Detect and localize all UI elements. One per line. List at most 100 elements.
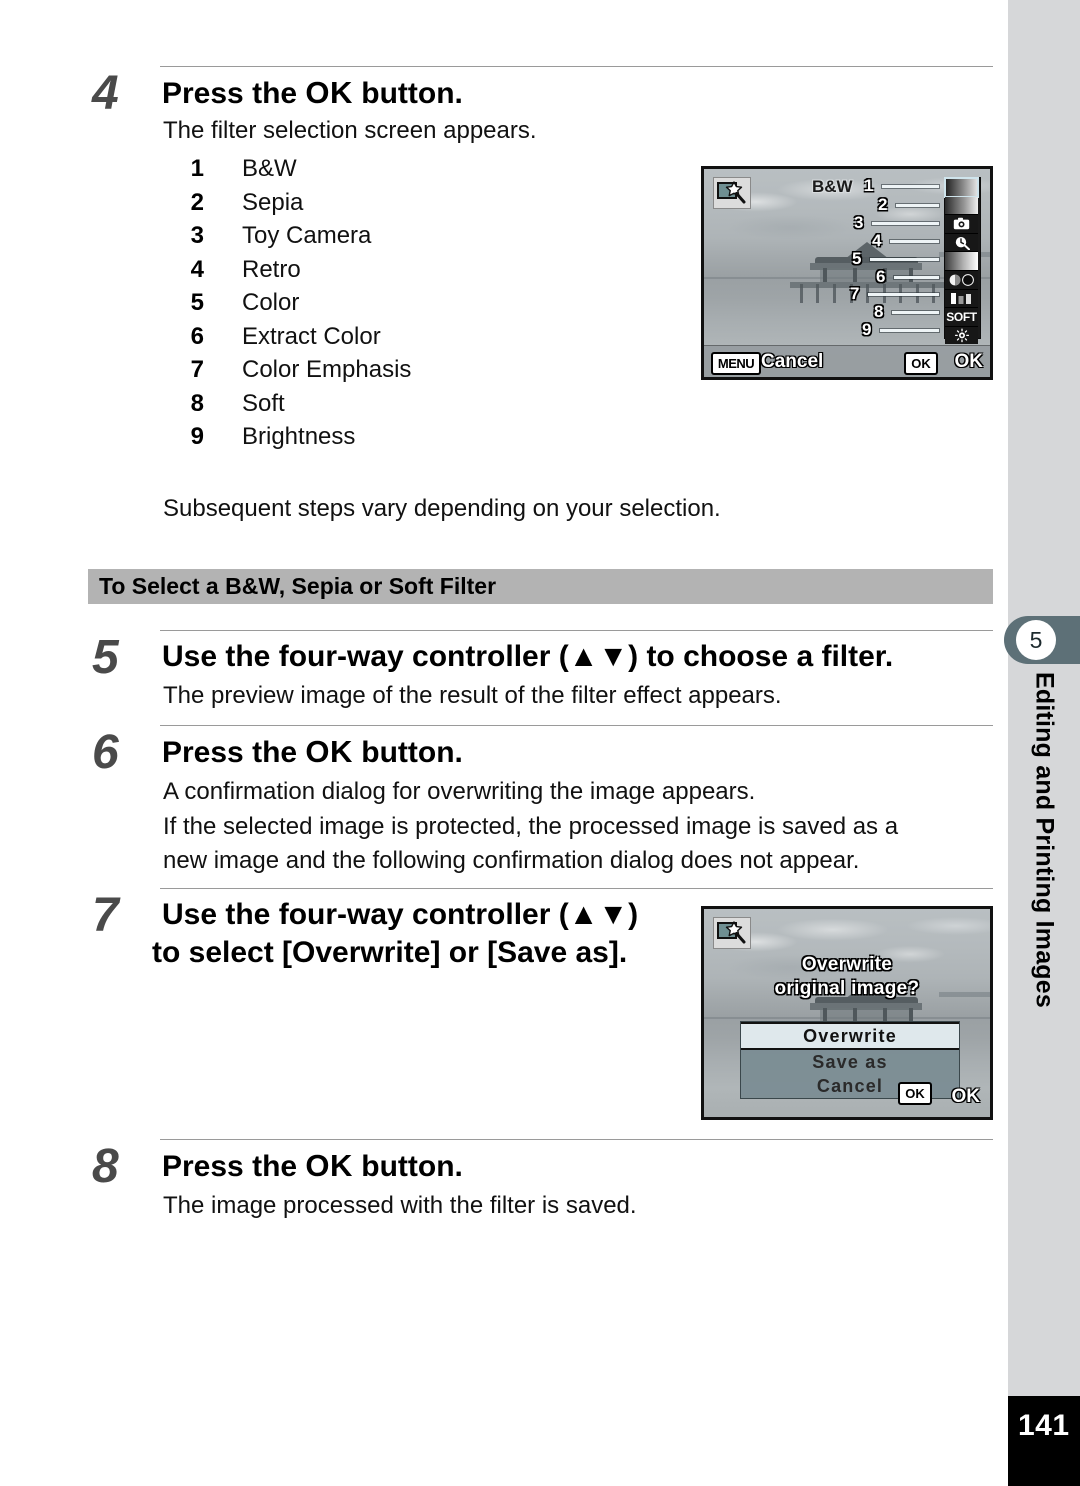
callout-leader bbox=[890, 240, 939, 243]
callout-leader bbox=[872, 222, 939, 225]
filter-icon-column[interactable]: SOFT bbox=[944, 177, 981, 345]
pavilion-column bbox=[822, 268, 827, 283]
callout-number: 8 bbox=[874, 302, 884, 321]
list-item: 4 Retro bbox=[160, 256, 411, 290]
list-item-label: Color Emphasis bbox=[242, 356, 412, 383]
callout-number: 7 bbox=[850, 284, 860, 303]
ok-key-glyph[interactable]: OK bbox=[904, 352, 938, 375]
step-8-rule bbox=[160, 1139, 993, 1140]
step-7-heading-line-1: Use the four-way controller (▲▼) bbox=[162, 898, 639, 931]
step-5-rule bbox=[160, 630, 993, 631]
filter-icon-sepia[interactable] bbox=[945, 196, 978, 216]
callout-leader bbox=[882, 185, 939, 188]
list-item-label: Brightness bbox=[242, 423, 356, 450]
step-6-heading-pre: Press the bbox=[162, 736, 306, 769]
callout-number: 3 bbox=[854, 213, 864, 232]
ok-button-glyph: OK bbox=[305, 1148, 353, 1183]
list-item: 5 Color bbox=[160, 289, 411, 323]
callout-number: 9 bbox=[862, 320, 872, 339]
step-5-body: The preview image of the result of the f… bbox=[163, 682, 782, 709]
callout-number: 4 bbox=[872, 231, 882, 250]
list-item-number: 7 bbox=[190, 356, 204, 383]
step-8-heading: Press the OK button. bbox=[162, 1147, 463, 1186]
soft-icon-label: SOFT bbox=[946, 309, 977, 324]
step-8-number: 8 bbox=[92, 1140, 119, 1193]
step-6-body-1: A confirmation dialog for overwriting th… bbox=[163, 778, 756, 805]
list-item-label: Soft bbox=[242, 389, 285, 417]
step-4-number: 4 bbox=[92, 67, 119, 120]
step-4-heading-pre: Press the bbox=[162, 77, 306, 110]
list-item: 9 Brightness bbox=[160, 423, 411, 457]
filter-options-list: 1 B&W 2 Sepia 3 Toy Camera 4 Retro 5 Col… bbox=[160, 155, 412, 457]
list-item: 1 B&W bbox=[160, 155, 411, 189]
ok-button-glyph: OK bbox=[305, 734, 353, 769]
list-item: 3 Toy Camera bbox=[160, 222, 411, 256]
step-6-heading-post: button. bbox=[352, 736, 463, 769]
list-item-number: 6 bbox=[190, 322, 204, 350]
step-8-heading-pre: Press the bbox=[162, 1150, 306, 1183]
callout-leader bbox=[896, 204, 939, 207]
list-item-number: 4 bbox=[190, 255, 204, 283]
callout-number: 2 bbox=[878, 195, 888, 214]
list-item: 2 Sepia bbox=[160, 189, 411, 223]
list-item-label: Extract Color bbox=[242, 322, 381, 350]
list-item-label: Sepia bbox=[242, 188, 304, 216]
step-6-body-2: If the selected image is protected, the … bbox=[163, 813, 899, 840]
step-5-number: 5 bbox=[92, 631, 119, 684]
filter-wand-icon bbox=[713, 917, 751, 949]
lcd-bottom-bar: MENU Cancel OK OK bbox=[704, 345, 990, 377]
ok-key-action: OK bbox=[951, 1086, 981, 1107]
chapter-number: 5 bbox=[1016, 620, 1056, 660]
filter-icon-bw[interactable] bbox=[944, 177, 979, 198]
step-5-heading: Use the four-way controller (▲▼) to choo… bbox=[162, 640, 894, 673]
list-item-number: 2 bbox=[190, 188, 204, 216]
pavilion-column bbox=[852, 268, 857, 283]
step-8-body: The image processed with the filter is s… bbox=[163, 1192, 637, 1219]
step-4-heading: Press the OK button. bbox=[162, 74, 463, 113]
section-header-band: To Select a B&W, Sepia or Soft Filter bbox=[88, 569, 993, 604]
list-item-label: Toy Camera bbox=[242, 222, 372, 249]
list-item: 7 Color Emphasis bbox=[160, 356, 412, 390]
option-overwrite[interactable]: Overwrite bbox=[741, 1022, 959, 1050]
filter-icon-color-emphasis[interactable] bbox=[945, 289, 978, 309]
pier-piling bbox=[816, 284, 820, 303]
step-8-heading-post: button. bbox=[352, 1150, 463, 1183]
section-header-title: To Select a B&W, Sepia or Soft Filter bbox=[99, 573, 497, 599]
callout-number: 5 bbox=[852, 249, 862, 268]
overwrite-question-line-2: original image? bbox=[774, 978, 920, 1000]
callout-leader bbox=[868, 293, 939, 296]
filter-icon-soft[interactable]: SOFT bbox=[945, 308, 978, 327]
filter-icon-toy-camera[interactable] bbox=[945, 215, 978, 234]
pier-piling bbox=[832, 284, 836, 303]
menu-key-action: Cancel bbox=[761, 351, 824, 372]
ok-key-action: OK bbox=[954, 351, 984, 372]
list-item-number: 5 bbox=[190, 289, 204, 316]
step-4-body: The filter selection screen appears. bbox=[163, 117, 537, 144]
list-item: 8 Soft bbox=[160, 390, 411, 424]
filter-wand-icon bbox=[713, 177, 751, 209]
step-6-heading: Press the OK button. bbox=[162, 733, 463, 772]
step-6-body-3: new image and the following confirmation… bbox=[163, 847, 860, 874]
option-save-as[interactable]: Save as bbox=[741, 1050, 959, 1074]
step-7-rule bbox=[160, 888, 993, 889]
chapter-title-text: Editing and Printing Images bbox=[1030, 672, 1059, 1008]
ok-key-glyph[interactable]: OK bbox=[898, 1082, 932, 1105]
menu-key-glyph[interactable]: MENU bbox=[711, 352, 761, 375]
filter-icon-retro[interactable] bbox=[945, 233, 978, 253]
overwrite-question-line-1: Overwrite bbox=[801, 954, 893, 975]
callout-leader bbox=[870, 258, 939, 261]
lcd-overwrite-dialog-screen: Overwrite original image? Overwrite Save… bbox=[701, 906, 993, 1120]
filter-icon-extract-color[interactable] bbox=[945, 270, 978, 290]
ok-button-glyph: OK bbox=[305, 75, 353, 110]
lcd-filter-selection-screen: B&W 1 2 3 4 5 6 7 8 9 SOFT MENU Cancel O… bbox=[701, 166, 993, 380]
list-item-label: B&W bbox=[242, 155, 297, 182]
step-4-heading-post: button. bbox=[352, 77, 463, 110]
pier-piling bbox=[799, 284, 803, 303]
filter-icon-color[interactable] bbox=[945, 252, 978, 271]
list-item-label: Color bbox=[242, 289, 300, 316]
step-4-rule bbox=[160, 66, 993, 67]
list-item-number: 1 bbox=[190, 155, 204, 182]
chapter-title: Editing and Printing Images bbox=[1008, 672, 1080, 1192]
filter-icon-brightness[interactable] bbox=[945, 326, 978, 345]
step-6-number: 6 bbox=[92, 726, 119, 779]
